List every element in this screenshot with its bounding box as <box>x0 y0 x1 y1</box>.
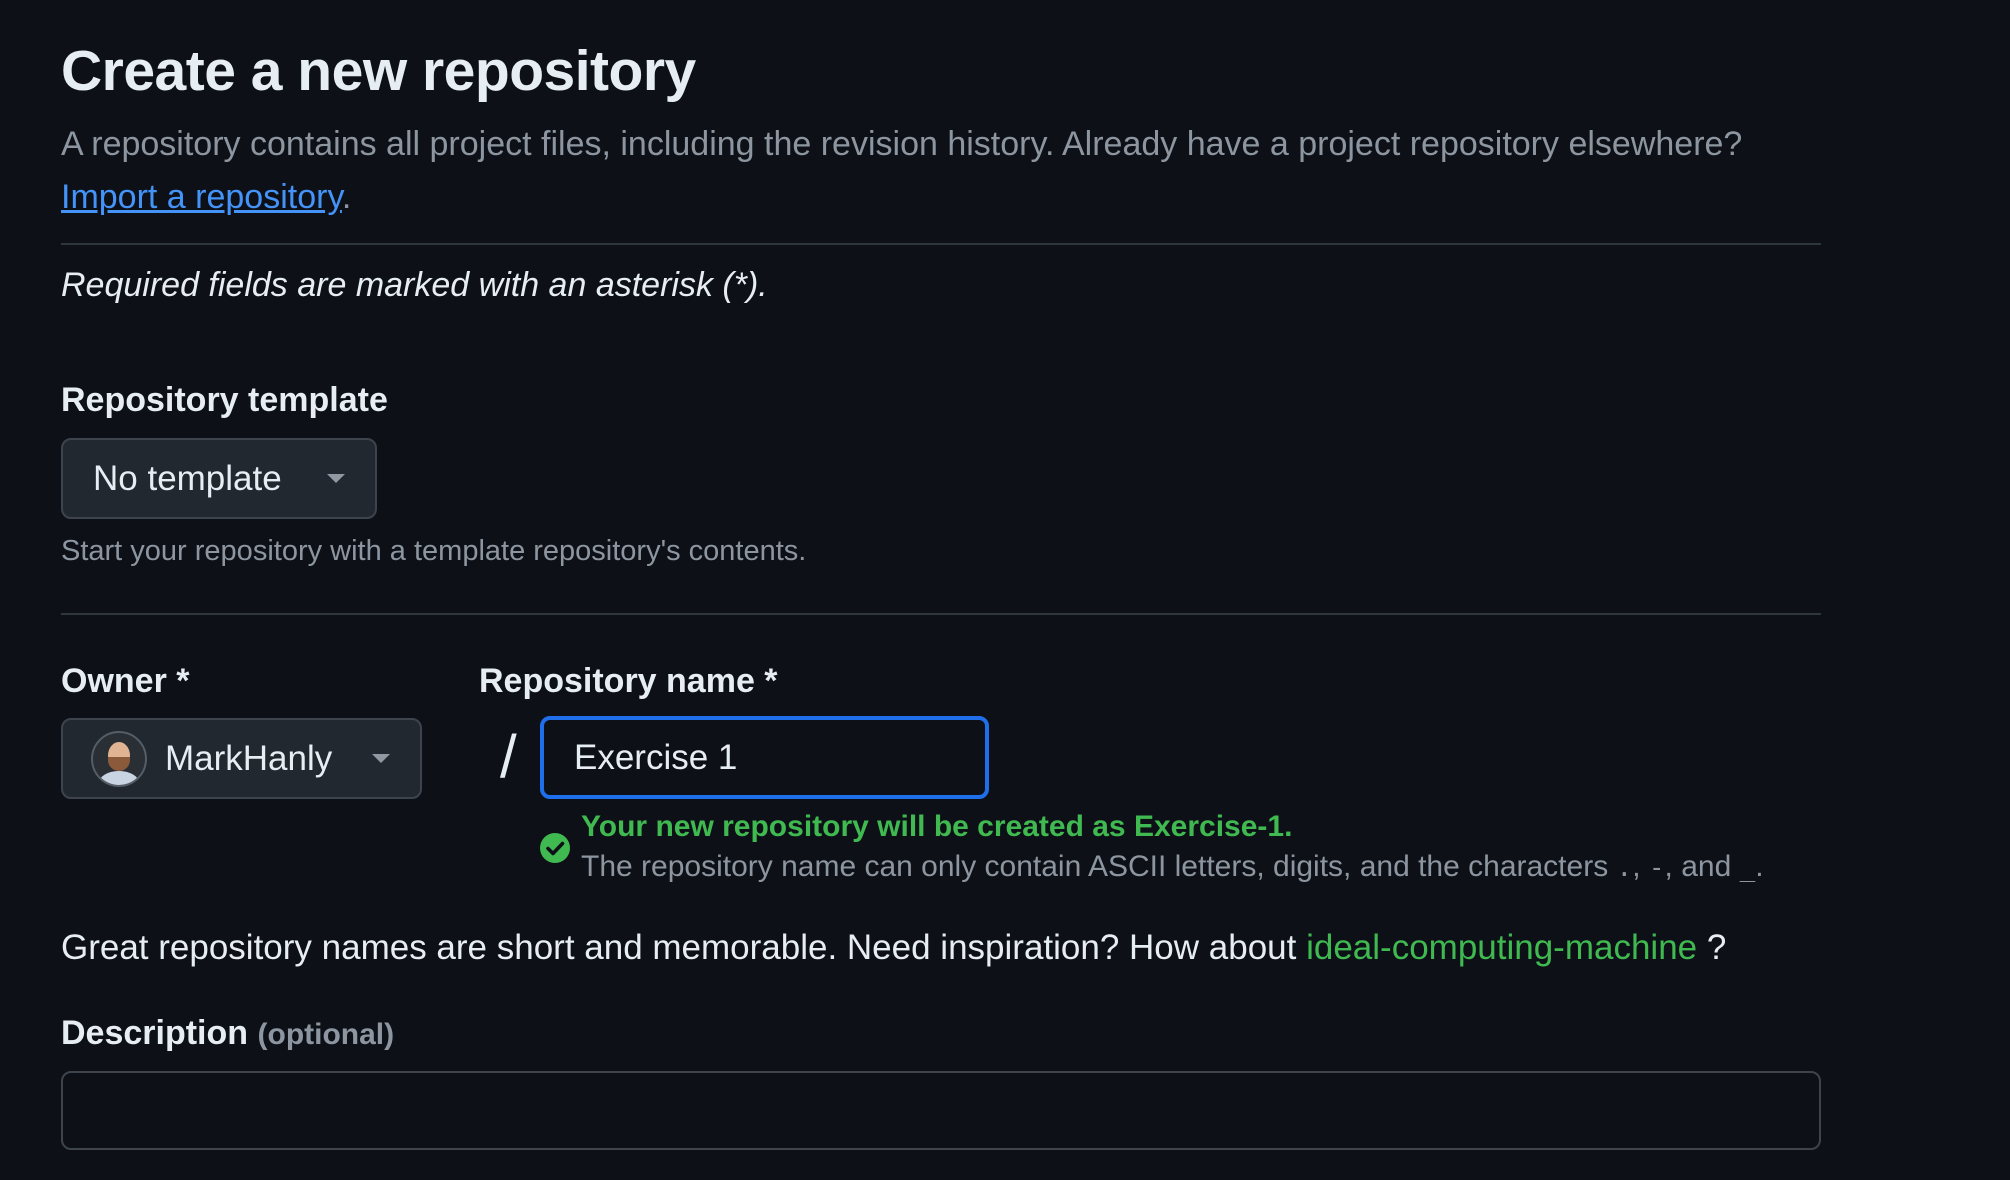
owner-select-button[interactable]: MarkHanly <box>61 718 422 799</box>
check-circle-icon <box>540 833 570 863</box>
owner-selected-value: MarkHanly <box>165 738 333 778</box>
allowed-char-underscore: _ <box>1739 853 1756 883</box>
caret-down-icon <box>327 474 345 483</box>
validation-detail: The repository name can only contain ASC… <box>581 850 1764 883</box>
intro-end: . <box>341 178 352 216</box>
page-title: Create a new repository <box>61 39 696 103</box>
create-repository-page: Create a new repository A repository con… <box>0 0 2010 1180</box>
owner-repo-separator: / <box>500 723 517 790</box>
description-label-text: Description <box>61 1014 249 1052</box>
divider <box>61 243 1821 245</box>
optional-tag: (optional) <box>257 1018 395 1051</box>
inspiration-text: Great repository names are short and mem… <box>61 928 1297 967</box>
template-label: Repository template <box>61 381 388 419</box>
description-input[interactable] <box>61 1071 1821 1150</box>
validation-title: Your new repository will be created as E… <box>581 810 1293 843</box>
repository-name-label: Repository name * <box>479 662 778 700</box>
template-select-button[interactable]: No template <box>61 438 377 519</box>
template-selected-value: No template <box>93 458 282 498</box>
inspiration-end: ? <box>1706 928 1727 967</box>
avatar <box>91 730 147 787</box>
divider <box>61 613 1821 615</box>
allowed-char-dot: . <box>1616 853 1633 883</box>
import-repository-link[interactable]: Import a repository <box>61 178 342 216</box>
intro-description: A repository contains all project files,… <box>61 125 1743 163</box>
repository-name-input[interactable] <box>540 716 989 799</box>
suggested-name-link[interactable]: ideal-computing-machine <box>1306 928 1697 967</box>
name-inspiration: Great repository names are short and mem… <box>61 928 1726 968</box>
validation-end: . <box>1755 850 1764 883</box>
intro-text: A repository contains all project files,… <box>61 118 1821 224</box>
validation-and: , and <box>1664 850 1732 883</box>
owner-label: Owner * <box>61 662 190 700</box>
caret-down-icon <box>372 754 390 763</box>
required-fields-note: Required fields are marked with an aster… <box>61 266 768 304</box>
validation-detail-text: The repository name can only contain ASC… <box>581 850 1609 883</box>
description-label: Description (optional) <box>61 1014 394 1053</box>
allowed-char-dash: - <box>1648 853 1665 883</box>
template-hint: Start your repository with a template re… <box>61 535 807 567</box>
